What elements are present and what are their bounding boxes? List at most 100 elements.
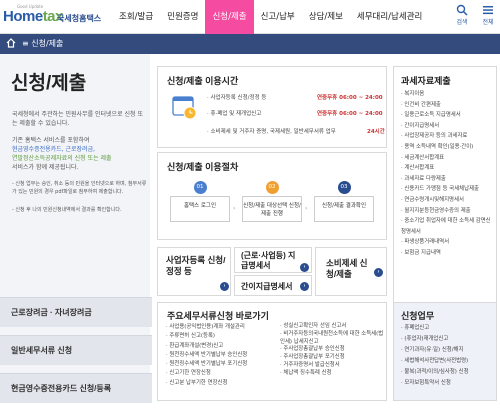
quick-link[interactable]: · 원천징수세액 반기별납부 포기신청: [166, 360, 247, 369]
tax-data-link[interactable]: · 신용카드 가맹점 등 국세체납제출: [401, 184, 495, 195]
quick-link[interactable]: · 주류면허 신고(등록): [166, 332, 247, 341]
quick-link[interactable]: · 성실신고확인자 선임 신고서: [280, 323, 384, 331]
hometax-logo[interactable]: Good Update Hometax 국세청홈택스: [3, 4, 103, 30]
hours-title: 신청/제출 이용시간: [167, 76, 239, 86]
shortcut-simple-statement[interactable]: 간이지급명세서 ›: [234, 275, 312, 296]
application-link[interactable]: · 불복(과적/이의/심사청) 신청: [401, 367, 469, 378]
shortcut-consumption-tax[interactable]: 소비제세 신청/제출 ›: [315, 247, 387, 296]
menu-report-pay[interactable]: 신고/납부: [254, 0, 302, 34]
menu-certificates[interactable]: 민원증명: [160, 0, 205, 34]
menu-icon: [483, 6, 493, 15]
notice-2: - 신청 후 나의 민원신청내역에서 결과를 확인합니다.: [12, 207, 122, 213]
tax-data-link[interactable]: · 사업장제공자 등의 과세자료: [401, 131, 495, 142]
quick-link[interactable]: · 원천징수세액 반기별납부 승인신청: [166, 351, 247, 360]
search-icon: [456, 4, 468, 16]
quick-links-title: 주요세무서류신청 바로가기: [167, 311, 269, 321]
application-link[interactable]: · 연기과자(유·일) 신청/해지: [401, 345, 469, 356]
tax-data-link[interactable]: · 과세자료 다량제출: [401, 174, 495, 185]
breadcrumb[interactable]: ≡ 신청/제출: [22, 38, 63, 49]
search-label: 검색: [456, 19, 468, 26]
intro-text: 국세청에서 주관하는 민원사무를 인터넷으로 신청 또는 제출할 수 있습니다.: [12, 111, 143, 127]
quick-links-card: 주요세무서류신청 바로가기 · 사업용(공익법인용)계좌 개설관리 · 주류면허…: [157, 302, 387, 401]
step-1-label: 홈택스 로그인: [170, 196, 230, 222]
tax-data-link[interactable]: · 간이지급명세서: [401, 121, 495, 132]
header-tools: 검색 전체: [452, 4, 498, 26]
go-arrow-icon: ›: [374, 268, 383, 277]
tax-data-link[interactable]: · 세금계산서합계표: [401, 153, 495, 164]
shortcut-payment-statement[interactable]: (근로·사업등) 지급명세서 ›: [234, 247, 312, 273]
all-menu-button[interactable]: 전체: [478, 4, 498, 26]
quick-link[interactable]: · 체납액 징수특례 신청: [280, 370, 384, 378]
step-3-label: 신청/제출 결과확인: [314, 196, 374, 222]
left-panel: 신청/제출 국세청에서 주관하는 민원사무를 인터넷으로 신청 또는 제출할 수…: [0, 54, 152, 403]
quick-link[interactable]: · 환급계좌개설(변경)신고: [166, 342, 247, 351]
quick-links-col-2: · 성실신고확인자 선임 신고서 · 비거주자등의국내원천소득에 대한 소득세(…: [280, 323, 384, 378]
top-header: Good Update Hometax 국세청홈택스 조회/발급 민원증명 신청…: [0, 0, 500, 38]
application-link[interactable]: · 모자보험특약서 신청: [401, 378, 469, 389]
menu-inquiry[interactable]: 조회/발급: [112, 0, 160, 34]
shortcut-business-registration[interactable]: 사업자등록 신청/정정 등 ›: [157, 247, 231, 296]
quick-link[interactable]: · 사업용(공익법인용)계좌 개설관리: [166, 323, 247, 332]
main-menu: 조회/발급 민원증명 신청/제출 신고/납부 상담/제보 세무대리/납세관리: [112, 0, 429, 38]
step-2: 02 신청/제출 대상선택 신청/제출 진행: [242, 181, 302, 222]
nav-cash-receipt-card[interactable]: 현금영수증전용카드 신청/등록: [0, 373, 152, 403]
quick-link[interactable]: · 주사업장총괄납부 포기신청: [280, 354, 384, 362]
tax-data-link[interactable]: · 중소기업 취업자에 대한 소득세 감면신청명세서: [401, 216, 495, 237]
quick-link[interactable]: · 비거주자등의국내원천소득에 대한 소득세(법인세) 납세지신고: [280, 331, 384, 347]
tax-data-link[interactable]: · 월지지분등현금영수증의 제출: [401, 206, 495, 217]
tax-data-link[interactable]: · 연금수령개시및해지명세서: [401, 195, 495, 206]
menu-tax-agent[interactable]: 세무대리/납세관리: [350, 0, 429, 34]
tax-data-link[interactable]: · 용역 소득내역 확인(일용·간이): [401, 142, 495, 153]
quick-link[interactable]: · 신고기한 연장신청: [166, 369, 247, 378]
go-arrow-icon: ›: [300, 263, 309, 272]
arrow-icon: ›: [233, 205, 236, 212]
step-2-label: 신청/제출 대상선택 신청/제출 진행: [242, 196, 302, 222]
page-title: 신청/제출: [11, 73, 87, 94]
quick-links-col-1: · 사업용(공익법인용)계좌 개설관리 · 주류면허 신고(등록) · 환급계좌…: [166, 323, 247, 388]
step-3: 03 신청/제출 결과확인: [314, 181, 374, 222]
notice-1: - 신청 업무는 승인, 취소 등의 민원을 인터넷으로 하며, 첨부서류가 있…: [12, 181, 147, 195]
search-button[interactable]: 검색: [452, 4, 472, 26]
logo-subtitle: 국세청홈택스: [57, 14, 102, 23]
arrow-icon: ›: [305, 205, 308, 212]
tax-data-link[interactable]: · 계산서합계표: [401, 163, 495, 174]
nav-general-tax-docs[interactable]: 일반세무서류 신청: [0, 335, 152, 365]
home-icon[interactable]: [6, 38, 16, 48]
step-1: 01 홈택스 로그인: [170, 181, 230, 222]
application-link[interactable]: · (휴업자)재개업신고: [401, 334, 469, 345]
all-menu-label: 전체: [482, 19, 494, 26]
tax-data-link[interactable]: · 일용근로소득 지급명세서: [401, 110, 495, 121]
step-2-number: 02: [265, 181, 279, 194]
tax-data-link[interactable]: · 보험금 지급내역: [401, 248, 495, 259]
application-list: · 휴폐업신고 · (휴업자)재개업신고 · 연기과자(유·일) 신청/해지 ·…: [401, 323, 469, 389]
go-arrow-icon: ›: [220, 282, 229, 291]
link-cards[interactable]: 현금영수증전용카드, 근로장려금,: [12, 146, 95, 153]
quick-link[interactable]: · 신고분 납부기한 연장신청: [166, 379, 247, 388]
tax-data-link[interactable]: · 인건비 간편제출: [401, 100, 495, 111]
intro-services: 기존 홈택스 서비스를 포함하여 현금영수증전용카드, 근로장려금, 연말정산소…: [12, 137, 112, 171]
application-link[interactable]: · 세법해석사전답변(사전법령): [401, 356, 469, 367]
application-card: 신청업무 · 휴폐업신고 · (휴업자)재개업신고 · 연기과자(유·일) 신청…: [393, 302, 497, 401]
step-3-number: 03: [337, 181, 351, 194]
application-title: 신청업무: [401, 311, 435, 321]
link-deduction[interactable]: 연말정산소득공제자료의 신청 또는 제출: [12, 155, 112, 162]
hours-card: 신청/제출 이용시간 · 사업자등록 신청/정정 등 연중무휴 06:00 ~ 2…: [157, 66, 387, 148]
application-link[interactable]: · 휴폐업신고: [401, 323, 469, 334]
nav-earned-income-credit[interactable]: 근로장려금 · 자녀장려금: [0, 297, 152, 327]
logo-wordmark: Hometax: [3, 8, 63, 25]
location-bar: ≡ 신청/제출: [0, 34, 500, 54]
left-nav: 근로장려금 · 자녀장려금 일반세무서류 신청 현금영수증전용카드 신청/등록: [0, 297, 152, 411]
menu-apply-submit[interactable]: 신청/제출: [205, 0, 254, 38]
menu-consult[interactable]: 상담/제보: [302, 0, 350, 34]
tax-data-card: 과세자료제출 · 복지이음 · 인건비 간편제출 · 일용근로소득 지급명세서 …: [393, 66, 497, 305]
quick-link[interactable]: · 거주자증명서 발급신청서: [280, 362, 384, 370]
tax-data-link[interactable]: · 복지이음: [401, 89, 495, 100]
go-arrow-icon: ›: [300, 282, 309, 291]
clock-icon: [172, 96, 197, 120]
tax-data-title: 과세자료제출: [401, 76, 451, 86]
tax-data-link[interactable]: · 파생상품거래내역서: [401, 237, 495, 248]
step-1-number: 01: [193, 181, 207, 194]
procedure-title: 신청/제출 이용절차: [167, 162, 239, 172]
hours-row-2: · 휴·폐업 및 재개업신고 연중무휴 06:00 ~ 24:00: [207, 111, 383, 117]
hours-row-3: · 소비제세 및 거주자 증명, 국제세원, 일반세무서류 업무 24시간: [207, 129, 385, 135]
